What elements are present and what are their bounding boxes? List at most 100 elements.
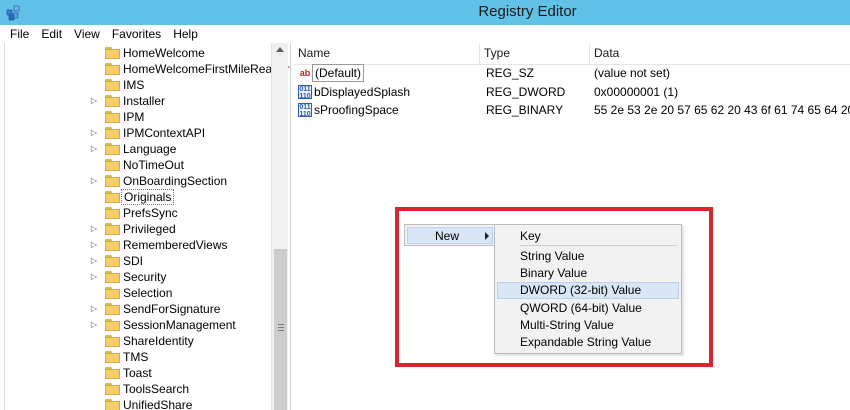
- tree-item-label: ToolsSearch: [123, 382, 190, 396]
- context-menu-new[interactable]: New: [407, 227, 493, 244]
- folder-icon: [105, 335, 121, 347]
- expand-arrow-icon[interactable]: ▷: [90, 301, 98, 317]
- tree-item[interactable]: ▷ SDI: [5, 253, 275, 269]
- folder-icon: [105, 383, 121, 395]
- tree-item-label: Privileged: [123, 222, 176, 236]
- value-data: (value not set): [594, 66, 671, 80]
- expand-arrow-icon[interactable]: ▷: [90, 141, 98, 157]
- submenu-item-dword-value[interactable]: DWORD (32-bit) Value: [497, 282, 679, 299]
- folder-icon: [105, 159, 121, 171]
- tree-item[interactable]: ▷ SessionManagement: [5, 317, 275, 333]
- scrollbar-thumb[interactable]: [274, 249, 287, 410]
- folder-icon: [105, 191, 121, 203]
- submenu-item-binary-value[interactable]: Binary Value: [497, 265, 679, 282]
- tree-item[interactable]: Originals: [5, 189, 275, 205]
- folder-icon: [105, 111, 121, 123]
- expand-arrow-icon[interactable]: ▷: [90, 253, 98, 269]
- tree-item[interactable]: TMS: [5, 349, 275, 365]
- folder-icon: [105, 287, 121, 299]
- column-header-type[interactable]: Type: [480, 43, 590, 64]
- tree-item[interactable]: ▷ Language: [5, 141, 275, 157]
- value-row[interactable]: 011 110 bDisplayedSplash REG_DWORD 0x0000…: [294, 83, 850, 102]
- tree-item[interactable]: ▷ Installer: [5, 93, 275, 109]
- tree-item[interactable]: ▷ Security: [5, 269, 275, 285]
- folder-icon: [105, 127, 121, 139]
- tree-item-label: ShareIdentity: [123, 334, 194, 348]
- new-submenu: Key String Value Binary Value DWORD (32-…: [494, 224, 682, 354]
- tree-item-label: Security: [123, 270, 167, 284]
- tree-item[interactable]: UnifiedShare: [5, 397, 275, 410]
- folder-icon: [105, 175, 121, 187]
- tree-item[interactable]: HomeWelcome: [5, 45, 275, 61]
- folder-icon: [105, 47, 121, 59]
- value-row[interactable]: 011 110 sProofingSpace REG_BINARY 55 2e 5…: [294, 101, 850, 120]
- tree-item[interactable]: ▷ Privileged: [5, 221, 275, 237]
- submenu-separator: [520, 245, 677, 246]
- submenu-item-string-value[interactable]: String Value: [497, 248, 679, 265]
- submenu-item-key[interactable]: Key: [497, 228, 679, 245]
- folder-icon: [105, 399, 121, 410]
- scroll-up-arrow-icon[interactable]: [276, 47, 284, 52]
- tree-item[interactable]: Selection: [5, 285, 275, 301]
- expand-arrow-icon[interactable]: ▷: [90, 237, 98, 253]
- tree-item-label: IPM: [123, 110, 145, 124]
- context-menu-new-label: New: [435, 229, 460, 243]
- menu-view[interactable]: View: [68, 26, 106, 42]
- menu-edit[interactable]: Edit: [35, 26, 68, 42]
- folder-icon: [105, 255, 121, 267]
- value-name: (Default): [312, 64, 365, 82]
- tree-item[interactable]: PrefsSync: [5, 205, 275, 221]
- window-title: Registry Editor: [478, 3, 577, 20]
- tree-item[interactable]: NoTimeOut: [5, 157, 275, 173]
- folder-icon: [105, 223, 121, 235]
- tree-item-label: OnBoardingSection: [123, 174, 228, 188]
- folder-icon: [105, 79, 121, 91]
- tree-item-label: Selection: [123, 286, 173, 300]
- value-row[interactable]: ab (Default) REG_SZ (value not set): [294, 64, 850, 83]
- value-data: 0x00000001 (1): [594, 85, 679, 99]
- grip-line: [278, 327, 284, 328]
- tree-item[interactable]: ShareIdentity: [5, 333, 275, 349]
- expand-arrow-icon[interactable]: ▷: [90, 173, 98, 189]
- column-header-data[interactable]: Data: [590, 43, 850, 64]
- folder-icon: [105, 207, 121, 219]
- submenu-item-qword-value[interactable]: QWORD (64-bit) Value: [497, 300, 679, 317]
- menu-favorites[interactable]: Favorites: [106, 26, 167, 42]
- folder-icon: [105, 303, 121, 315]
- tree-item-label: HomeWelcomeFirstMileReader: [123, 62, 290, 76]
- tree-item[interactable]: ToolsSearch: [5, 381, 275, 397]
- grip-line: [278, 324, 284, 325]
- tree-item[interactable]: ▷ SendForSignature: [5, 301, 275, 317]
- menu-file[interactable]: File: [4, 26, 35, 42]
- value-data: 55 2e 53 2e 20 57 65 62 20 43 6f 61 74 6…: [594, 103, 850, 117]
- tree-item-label: NoTimeOut: [123, 158, 184, 172]
- tree-item-label: TMS: [123, 350, 149, 364]
- column-header-name[interactable]: Name: [294, 43, 480, 64]
- menu-help[interactable]: Help: [167, 26, 204, 42]
- tree-item-label: UnifiedShare: [123, 398, 193, 410]
- tree-item[interactable]: IPM: [5, 109, 275, 125]
- submenu-item-expandable-string-value[interactable]: Expandable String Value: [497, 334, 679, 351]
- tree-item-label: Originals: [121, 189, 175, 205]
- submenu-item-multi-string-value[interactable]: Multi-String Value: [497, 317, 679, 334]
- value-name: sProofingSpace: [314, 103, 399, 117]
- expand-arrow-icon[interactable]: ▷: [90, 93, 98, 109]
- tree-item[interactable]: Toast: [5, 365, 275, 381]
- tree-item-label: HomeWelcome: [123, 46, 205, 60]
- expand-arrow-icon[interactable]: ▷: [90, 125, 98, 141]
- expand-arrow-icon[interactable]: ▷: [90, 269, 98, 285]
- expand-arrow-icon[interactable]: ▷: [90, 221, 98, 237]
- tree-item[interactable]: ▷ RememberedViews: [5, 237, 275, 253]
- folder-icon: [105, 367, 121, 379]
- tree-item[interactable]: ▷ OnBoardingSection: [5, 173, 275, 189]
- title-bar[interactable]: Registry Editor: [0, 0, 850, 25]
- expand-arrow-icon[interactable]: ▷: [90, 317, 98, 333]
- tree-scrollbar[interactable]: [271, 43, 288, 410]
- registry-key-tree[interactable]: HomeWelcome HomeWelcomeFirstMileReader IMS…: [4, 43, 291, 410]
- tree-item[interactable]: IMS: [5, 77, 275, 93]
- tree-item-label: SendForSignature: [123, 302, 221, 316]
- tree-item[interactable]: HomeWelcomeFirstMileReader: [5, 61, 290, 77]
- tree-item-label: SDI: [123, 254, 144, 268]
- tree-item[interactable]: ▷ IPMContextAPI: [5, 125, 275, 141]
- folder-icon: [105, 351, 121, 363]
